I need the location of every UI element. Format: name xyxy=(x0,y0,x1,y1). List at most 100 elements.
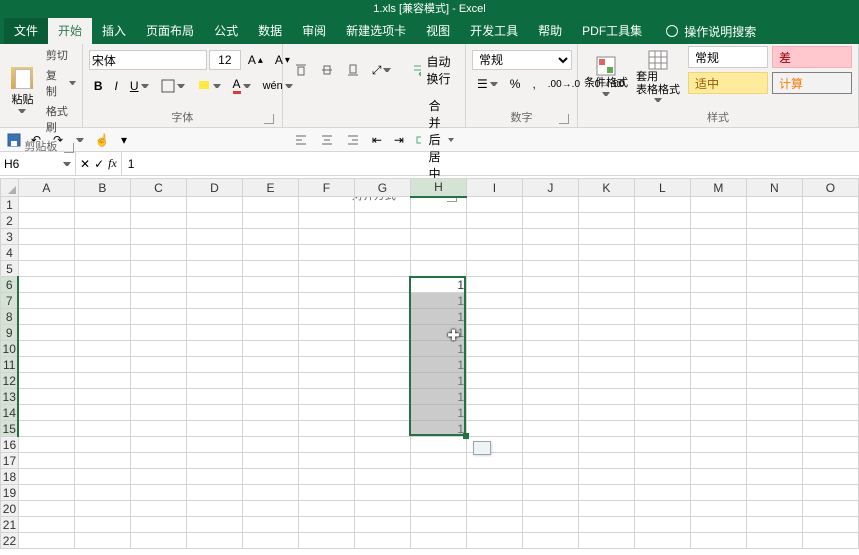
cell-D1[interactable] xyxy=(186,197,242,213)
cell-K6[interactable] xyxy=(578,277,634,293)
cell-D14[interactable] xyxy=(186,405,242,421)
cell-D8[interactable] xyxy=(186,309,242,325)
cell-N1[interactable] xyxy=(746,197,802,213)
cell-M12[interactable] xyxy=(690,373,746,389)
cell-L12[interactable] xyxy=(634,373,690,389)
cell-M22[interactable] xyxy=(690,533,746,549)
cell-C20[interactable] xyxy=(130,501,186,517)
cell-H19[interactable] xyxy=(410,485,466,501)
cell-F11[interactable] xyxy=(298,357,354,373)
cell-B21[interactable] xyxy=(74,517,130,533)
cell-M5[interactable] xyxy=(690,261,746,277)
cell-E6[interactable] xyxy=(242,277,298,293)
cell-B22[interactable] xyxy=(74,533,130,549)
cell-O11[interactable] xyxy=(802,357,858,373)
cell-O21[interactable] xyxy=(802,517,858,533)
format-as-table-button[interactable]: 套用 表格格式 xyxy=(634,46,682,107)
cell-F3[interactable] xyxy=(298,229,354,245)
cell-E19[interactable] xyxy=(242,485,298,501)
cell-K17[interactable] xyxy=(578,453,634,469)
cell-K16[interactable] xyxy=(578,437,634,453)
cell-J5[interactable] xyxy=(522,261,578,277)
cell-O16[interactable] xyxy=(802,437,858,453)
conditional-format-button[interactable]: 条件格式 xyxy=(584,46,628,107)
cancel-edit-button[interactable]: ✕ xyxy=(80,157,90,171)
style-warn[interactable]: 适中 xyxy=(688,72,768,94)
cell-E9[interactable] xyxy=(242,325,298,341)
align-center-button[interactable] xyxy=(315,130,339,150)
tab-help[interactable]: 帮助 xyxy=(528,18,572,44)
cell-J2[interactable] xyxy=(522,213,578,229)
confirm-edit-button[interactable]: ✓ xyxy=(94,157,104,171)
cell-A5[interactable] xyxy=(18,261,74,277)
cell-G10[interactable] xyxy=(354,341,410,357)
font-name-select[interactable] xyxy=(89,50,207,70)
accounting-format-button[interactable]: ☰ xyxy=(472,74,503,94)
align-middle-button[interactable] xyxy=(315,60,339,80)
cell-O6[interactable] xyxy=(802,277,858,293)
cut-button[interactable]: 剪切 xyxy=(43,46,76,64)
cell-M6[interactable] xyxy=(690,277,746,293)
cell-E13[interactable] xyxy=(242,389,298,405)
cell-M10[interactable] xyxy=(690,341,746,357)
cell-F16[interactable] xyxy=(298,437,354,453)
cell-E5[interactable] xyxy=(242,261,298,277)
cell-N6[interactable] xyxy=(746,277,802,293)
cell-H9[interactable]: 1 xyxy=(410,325,466,341)
cell-B20[interactable] xyxy=(74,501,130,517)
number-format-select[interactable]: 常规 xyxy=(472,50,572,70)
cell-H10[interactable]: 1 xyxy=(410,341,466,357)
cell-E11[interactable] xyxy=(242,357,298,373)
cell-E20[interactable] xyxy=(242,501,298,517)
row-header-3[interactable]: 3 xyxy=(1,229,19,245)
cell-F10[interactable] xyxy=(298,341,354,357)
column-header-O[interactable]: O xyxy=(802,179,858,197)
cell-M18[interactable] xyxy=(690,469,746,485)
cell-H3[interactable] xyxy=(410,229,466,245)
cell-G17[interactable] xyxy=(354,453,410,469)
tab-new[interactable]: 新建选项卡 xyxy=(336,18,416,44)
cell-O20[interactable] xyxy=(802,501,858,517)
cell-H16[interactable] xyxy=(410,437,466,453)
cell-C9[interactable] xyxy=(130,325,186,341)
cell-K3[interactable] xyxy=(578,229,634,245)
cell-E16[interactable] xyxy=(242,437,298,453)
cell-H20[interactable] xyxy=(410,501,466,517)
cell-I8[interactable] xyxy=(467,309,523,325)
percent-button[interactable]: % xyxy=(505,74,526,94)
cell-D9[interactable] xyxy=(186,325,242,341)
cell-E4[interactable] xyxy=(242,245,298,261)
cell-I19[interactable] xyxy=(467,485,523,501)
column-header-M[interactable]: M xyxy=(690,179,746,197)
cell-A22[interactable] xyxy=(18,533,74,549)
cell-H7[interactable]: 1 xyxy=(410,293,466,309)
cell-M11[interactable] xyxy=(690,357,746,373)
cell-N14[interactable] xyxy=(746,405,802,421)
cell-C16[interactable] xyxy=(130,437,186,453)
cell-G18[interactable] xyxy=(354,469,410,485)
cell-I11[interactable] xyxy=(467,357,523,373)
style-calc[interactable]: 计算 xyxy=(772,72,852,94)
cell-E17[interactable] xyxy=(242,453,298,469)
cell-F7[interactable] xyxy=(298,293,354,309)
column-header-E[interactable]: E xyxy=(242,179,298,197)
row-header-14[interactable]: 14 xyxy=(1,405,19,421)
cell-I5[interactable] xyxy=(467,261,523,277)
cell-O15[interactable] xyxy=(802,421,858,437)
cell-J8[interactable] xyxy=(522,309,578,325)
cell-L11[interactable] xyxy=(634,357,690,373)
cell-D6[interactable] xyxy=(186,277,242,293)
formula-input[interactable]: 1 xyxy=(122,152,859,175)
cell-I14[interactable] xyxy=(467,405,523,421)
tell-me[interactable]: 操作说明搜索 xyxy=(666,18,756,44)
cell-C21[interactable] xyxy=(130,517,186,533)
fx-icon[interactable]: fx xyxy=(108,156,117,171)
comma-button[interactable]: , xyxy=(527,74,540,94)
cell-B2[interactable] xyxy=(74,213,130,229)
cell-B9[interactable] xyxy=(74,325,130,341)
cell-N22[interactable] xyxy=(746,533,802,549)
cell-H21[interactable] xyxy=(410,517,466,533)
cell-L2[interactable] xyxy=(634,213,690,229)
cell-B3[interactable] xyxy=(74,229,130,245)
cell-O13[interactable] xyxy=(802,389,858,405)
